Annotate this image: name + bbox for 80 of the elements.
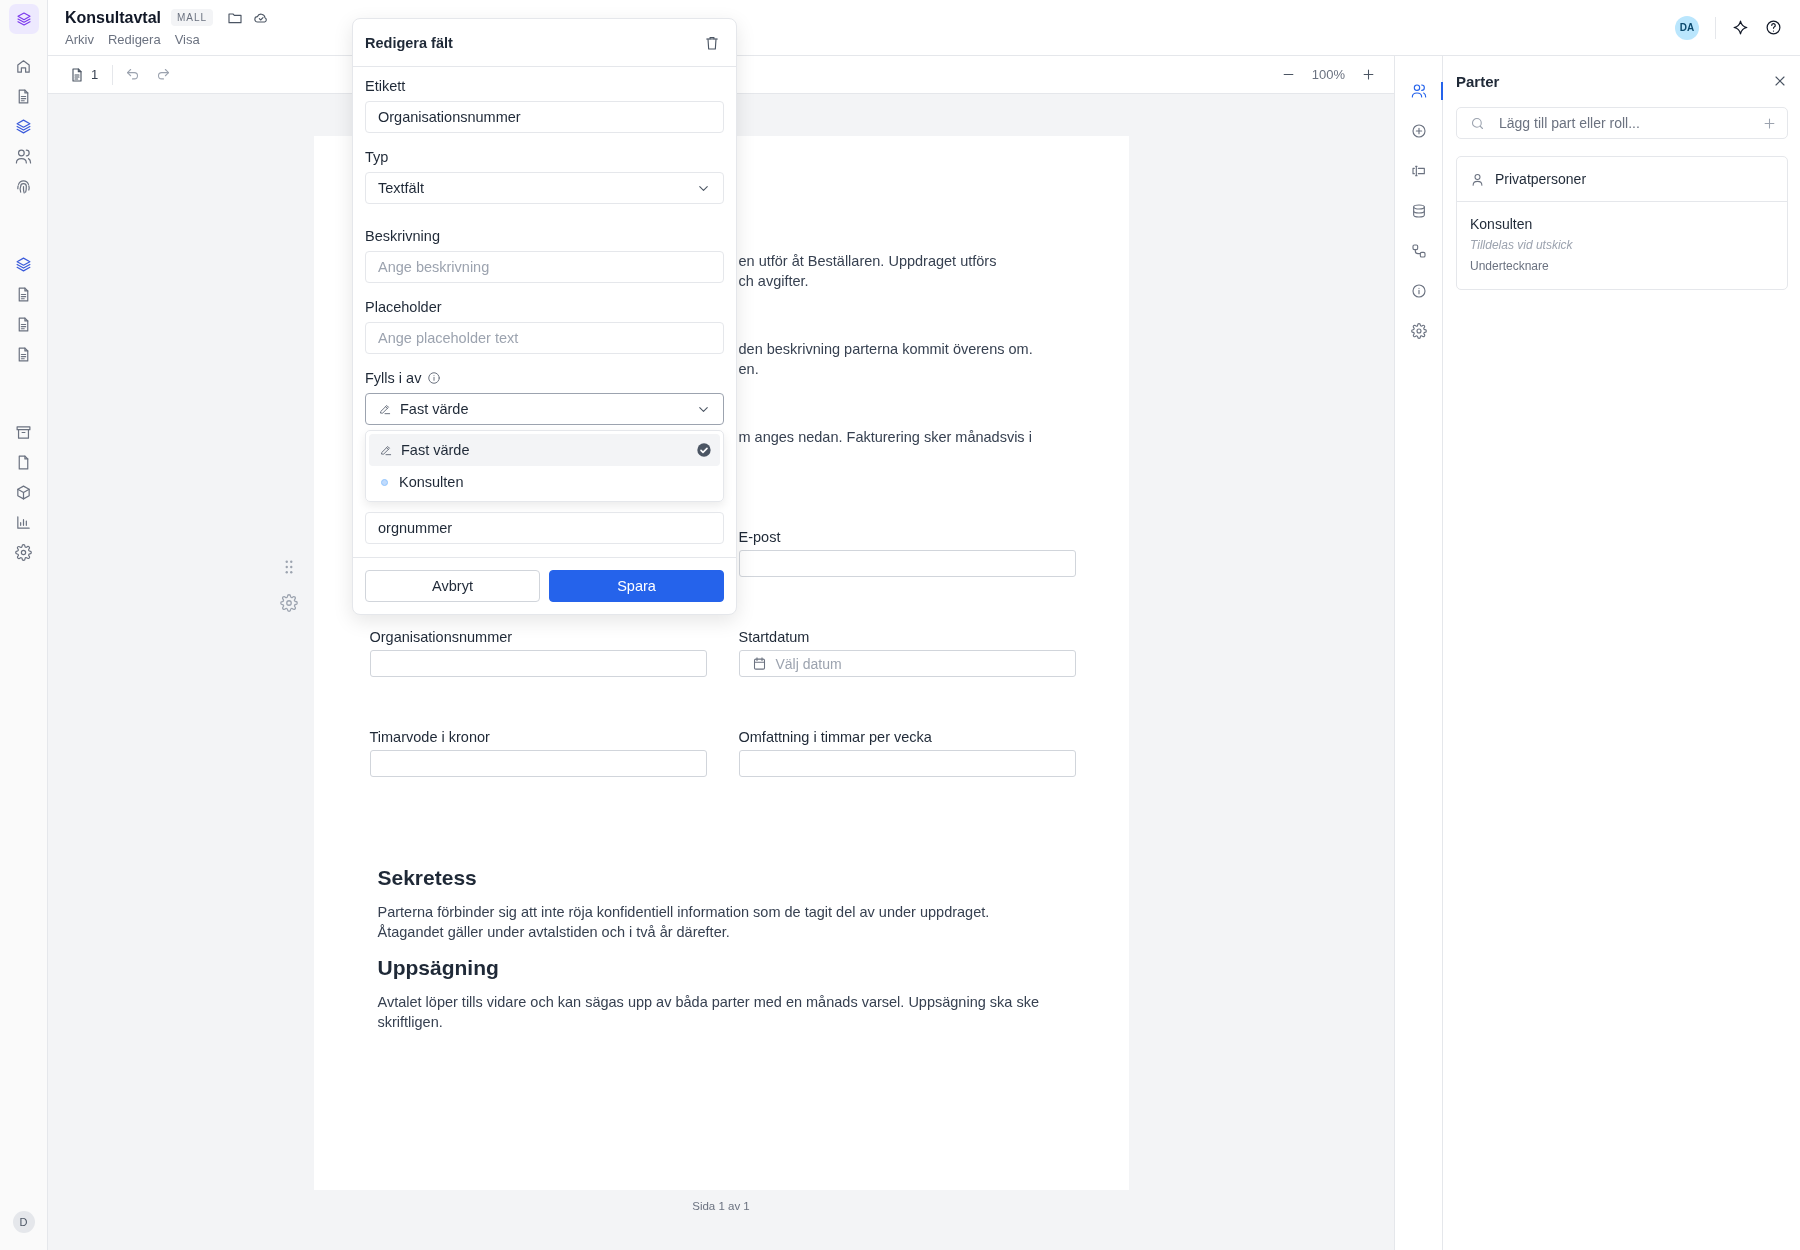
field-label: Organisationsnummer	[369, 628, 514, 647]
pencil-icon	[379, 443, 393, 457]
settings-icon[interactable]	[15, 543, 32, 561]
info-icon[interactable]	[427, 371, 442, 385]
redo-icon[interactable]	[156, 67, 172, 82]
menu-item[interactable]: Visa	[174, 31, 200, 47]
field-label: Startdatum	[738, 628, 811, 647]
paragraph-text: Parterna förbinder sig att inte röja konfidentiell information som de tagit del av under uppdraget. Åtagandet gäller under avtalstiden och i två år därefter.	[377, 903, 991, 942]
input-field[interactable]: Organisationsnummer	[365, 101, 724, 133]
search-icon	[1470, 115, 1485, 131]
paragraph-text: den beskrivning parterna kommit överens om. en.	[738, 340, 1034, 379]
paragraph-text: Avtalet löper tills vidare och kan sägas upp av båda parter med en månads varsel. Uppsägning ska ske skriftligen.	[377, 993, 1040, 1032]
text-field-icon[interactable]	[1410, 163, 1427, 179]
menu-item[interactable]: Redigera	[107, 31, 161, 47]
settings-icon[interactable]	[1410, 323, 1427, 339]
page-count: 1	[91, 67, 99, 82]
field-label: Etikett	[365, 77, 406, 95]
select-field[interactable]: Textfält	[365, 172, 724, 204]
database-icon[interactable]	[1410, 203, 1427, 219]
menu-item[interactable]: Arkiv	[65, 31, 94, 47]
group-title: Privatpersoner	[1495, 171, 1587, 187]
help-icon[interactable]	[1765, 19, 1782, 36]
field-label: E-post	[738, 528, 782, 547]
template-badge: MALL	[171, 9, 214, 26]
check-icon	[696, 442, 712, 458]
save-button[interactable]: Spara	[549, 570, 724, 602]
role-text: Undertecknare	[1470, 258, 1550, 275]
add-icon[interactable]	[1410, 123, 1427, 139]
users-icon[interactable]	[1410, 83, 1427, 99]
party-dot-icon	[381, 478, 388, 486]
cube-icon[interactable]	[15, 483, 32, 501]
workflow-icon[interactable]	[1410, 243, 1427, 259]
users-icon[interactable]	[15, 147, 32, 165]
info-icon[interactable]	[1410, 283, 1427, 299]
archive-icon[interactable]	[15, 423, 32, 441]
zoom-in-icon[interactable]	[1361, 67, 1376, 82]
input-field[interactable]	[369, 750, 707, 777]
input-field[interactable]	[738, 750, 1076, 777]
input-field[interactable]	[738, 550, 1076, 577]
input-field[interactable]	[369, 650, 707, 677]
layers-icon[interactable]	[15, 255, 32, 273]
field-label: Placeholder	[365, 298, 442, 316]
field-label: Fylls i av	[365, 369, 422, 387]
pencil-icon	[378, 402, 392, 416]
select-field[interactable]: Fast värde	[365, 393, 724, 425]
delete-icon[interactable]	[704, 34, 720, 51]
plus-icon[interactable]	[1762, 115, 1777, 131]
dialog-title: Redigera fält	[365, 34, 453, 51]
fingerprint-icon[interactable]	[15, 177, 32, 195]
cancel-button[interactable]: Avbryt	[365, 570, 540, 602]
page-indicator: Sida 1 av 1	[692, 1200, 750, 1212]
field-label: Omfattning i timmar per vecka	[738, 728, 933, 747]
field-label: Timarvode i kronor	[369, 728, 491, 747]
paragraph-text: en utför åt Beställaren. Uppdraget utförs ch avgifter.	[738, 252, 998, 291]
field-label: Typ	[365, 148, 389, 166]
party-name[interactable]: Konsulten	[1470, 214, 1774, 234]
search-field[interactable]: Lägg till part eller roll...	[1456, 107, 1788, 139]
home-icon[interactable]	[15, 57, 32, 75]
zoom-level: 100%	[1311, 67, 1345, 82]
user-avatar[interactable]: D	[12, 1211, 35, 1233]
paragraph-text: m anges nedan. Fakturering sker månadsvis i	[738, 428, 1033, 447]
field-label: Beskrivning	[365, 227, 440, 245]
dropdown-option[interactable]: Fast värde	[369, 434, 720, 466]
app-logo[interactable]	[8, 4, 39, 34]
dropdown-option[interactable]: Konsulten	[369, 466, 720, 498]
active-tab-indicator	[1441, 82, 1443, 100]
panel-title: Parter	[1456, 72, 1500, 90]
document-icon[interactable]	[69, 66, 85, 83]
undo-icon[interactable]	[125, 67, 141, 82]
input-field[interactable]: orgnummer	[365, 512, 724, 544]
bar-chart-icon[interactable]	[15, 513, 32, 531]
assignment-text: Tilldelas vid utskick	[1470, 237, 1574, 254]
section-heading: Sekretess	[377, 865, 478, 891]
document-title: Konsultavtal	[65, 8, 161, 27]
layers-icon[interactable]	[15, 117, 32, 135]
calendar-icon	[751, 656, 767, 671]
section-heading: Uppsägning	[377, 955, 500, 981]
user-icon	[1470, 171, 1485, 187]
user-avatar[interactable]: DA	[1675, 15, 1699, 40]
sparkle-icon[interactable]	[1732, 19, 1749, 36]
